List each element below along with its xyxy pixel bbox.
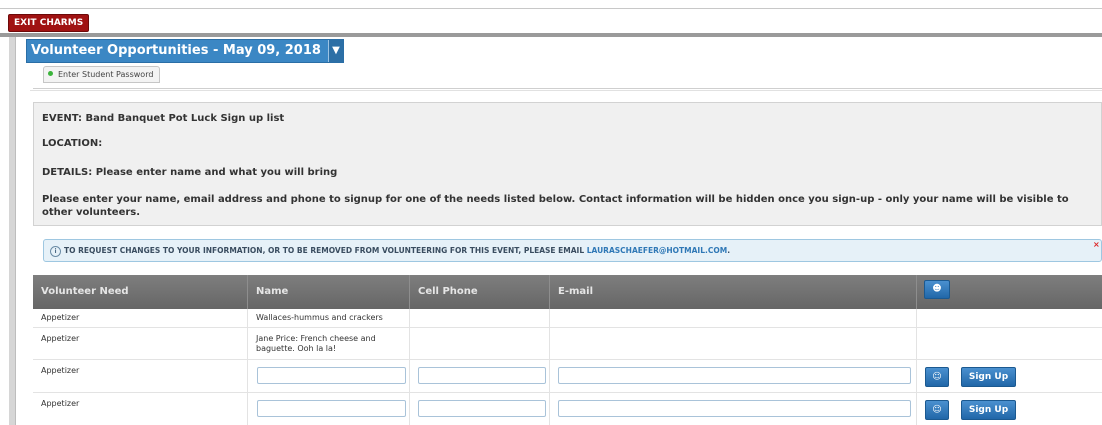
name-cell [248, 360, 410, 392]
cell-phone-input[interactable] [418, 367, 546, 384]
sign-up-button[interactable]: Sign Up [961, 367, 1016, 387]
name-cell: Jane Price: French cheese and baguette. … [248, 328, 410, 359]
name-input[interactable] [257, 367, 406, 384]
need-cell: Appetizer [33, 328, 248, 359]
event-details: DETAILS: Please enter name and what you … [42, 167, 338, 178]
frame-top-border [0, 33, 1102, 37]
exit-charms-button[interactable]: EXIT CHARMS [8, 14, 90, 32]
alert-email-link[interactable]: LAURASCHAEFER@HOTMAIL.COM [587, 246, 727, 255]
alert-end: . [727, 246, 731, 255]
table-header: Volunteer Need Name Cell Phone E-mail ☻ [33, 275, 1102, 309]
chevron-down-icon[interactable]: ▼ [327, 40, 343, 62]
tab-strip [33, 74, 1102, 89]
alert-text: TO REQUEST CHANGES TO YOUR INFORMATION, … [64, 246, 587, 255]
table-row: Appetizer Wallaces-hummus and crackers [33, 309, 1102, 328]
column-header-name[interactable]: Name [248, 275, 410, 309]
close-icon[interactable]: × [1093, 240, 1100, 249]
phone-cell [410, 309, 550, 327]
person-icon[interactable]: ☻ [924, 280, 950, 299]
column-header-email[interactable]: E-mail [550, 275, 917, 309]
cell-phone-input[interactable] [418, 400, 546, 417]
frame-left-border [9, 37, 16, 425]
event-location: LOCATION: [42, 138, 103, 149]
need-cell: Appetizer [33, 393, 248, 425]
table-row: Appetizer ☺ Sign Up [33, 393, 1102, 425]
page-title-tab[interactable]: Volunteer Opportunities - May 09, 2018 ▼ [26, 39, 344, 63]
email-cell [550, 309, 917, 327]
email-cell [550, 328, 917, 359]
email-cell [550, 360, 917, 392]
event-info-panel: EVENT: Band Banquet Pot Luck Sign up lis… [33, 102, 1102, 226]
table-row: Appetizer Jane Price: French cheese and … [33, 328, 1102, 360]
name-input[interactable] [257, 400, 406, 417]
email-input[interactable] [558, 400, 911, 417]
sign-up-button[interactable]: Sign Up [961, 400, 1016, 420]
info-alert: i TO REQUEST CHANGES TO YOUR INFORMATION,… [43, 239, 1102, 262]
table-row: Appetizer ☺ Sign Up [33, 360, 1102, 393]
phone-cell [410, 393, 550, 425]
top-divider [0, 8, 1102, 9]
column-header-volunteer-need[interactable]: Volunteer Need [33, 275, 248, 309]
event-instructions: Please enter your name, email address an… [42, 194, 1069, 218]
people-icon[interactable]: ☺ [925, 400, 949, 420]
tab-enter-student-password[interactable]: Enter Student Password [43, 66, 161, 83]
divider [30, 90, 1102, 91]
need-cell: Appetizer [33, 309, 248, 327]
phone-cell [410, 328, 550, 359]
status-dot-icon [48, 71, 53, 76]
name-cell: Wallaces-hummus and crackers [248, 309, 410, 327]
email-cell [550, 393, 917, 425]
event-name: EVENT: Band Banquet Pot Luck Sign up lis… [42, 113, 285, 124]
tab-label: Enter Student Password [58, 70, 154, 79]
page-title: Volunteer Opportunities - May 09, 2018 [31, 43, 321, 58]
need-cell: Appetizer [33, 360, 248, 392]
phone-cell [410, 360, 550, 392]
info-icon: i [50, 246, 61, 257]
top-bar: EXIT CHARMS [0, 0, 1102, 36]
name-cell [248, 393, 410, 425]
email-input[interactable] [558, 367, 911, 384]
column-header-cell-phone[interactable]: Cell Phone [410, 275, 550, 309]
people-icon[interactable]: ☺ [925, 367, 949, 387]
